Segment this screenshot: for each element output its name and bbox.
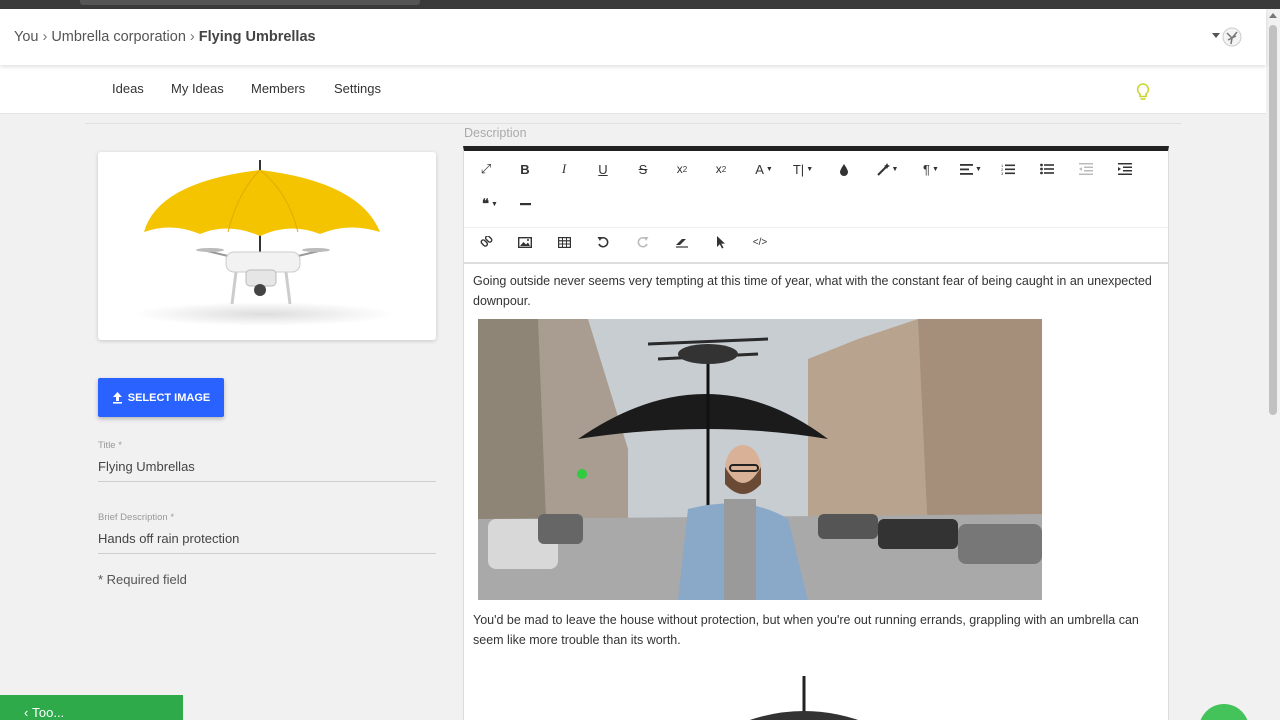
breadcrumb-you[interactable]: You [14,29,38,45]
toolbar-row-3: </> [464,231,1168,261]
underline-icon[interactable]: U [592,158,614,180]
description-paragraph-2[interactable]: You'd be mad to leave the house without … [473,611,1153,650]
undo-icon[interactable] [592,231,614,253]
user-avatar-icon[interactable] [1222,27,1242,47]
brief-description-input[interactable]: Hands off rain protection [98,531,436,553]
outdent-icon[interactable] [1075,158,1097,180]
tabs-bar: Ideas My Ideas Members Settings [0,65,1266,114]
horizontal-line-icon[interactable] [514,193,536,215]
brief-description-label: Brief Description * [98,512,175,523]
content-divider [85,123,1181,124]
browser-strip [0,0,1280,9]
black-umbrella-image [750,676,858,720]
link-icon[interactable] [475,231,497,253]
tab-members[interactable]: Members [251,81,305,96]
font-family-dropdown-icon[interactable]: A ▼ [749,158,779,180]
redo-icon [632,231,654,253]
man-drone-umbrella-photo[interactable] [478,319,1042,600]
ordered-list-icon[interactable]: 123 [997,158,1019,180]
toolbar-row-1: ⤢ B I U S x2 x2 A ▼ T| ▼ ▼ ¶ ▼ ▼ 123 [464,158,1168,188]
description-paragraph-1[interactable]: Going outside never seems very tempting … [473,272,1153,311]
tab-settings[interactable]: Settings [334,81,381,96]
breadcrumb-current: Flying Umbrellas [198,29,316,45]
unordered-list-icon[interactable] [1036,158,1058,180]
strikethrough-icon[interactable]: S [632,158,654,180]
svg-text:3: 3 [1001,171,1004,175]
scrollbar-thumb[interactable] [1269,25,1277,415]
top-bar: You › Umbrella corporation › Flying Umbrella… [0,9,1266,65]
subscript-icon[interactable]: x2 [671,158,693,180]
select-image-button[interactable]: SELECT IMAGE [98,378,224,417]
paragraph-style-dropdown-icon[interactable]: ▼ [872,158,902,180]
scroll-up-arrow-icon[interactable] [1269,13,1277,18]
font-size-dropdown-icon[interactable]: T| ▼ [788,158,818,180]
page-scrollbar[interactable] [1266,9,1280,720]
browser-tab[interactable] [80,0,420,5]
required-field-note: * Required field [98,572,187,587]
title-label: Title * [98,440,122,451]
insert-table-icon[interactable] [553,231,575,253]
description-label: Description [464,126,527,140]
select-image-label: SELECT IMAGE [127,391,211,404]
title-field[interactable]: Title * Flying Umbrellas [98,440,436,482]
paragraph-format-dropdown-icon[interactable]: ¶ ▼ [916,158,946,180]
tab-my-ideas[interactable]: My Ideas [171,81,224,96]
superscript-icon[interactable]: x2 [710,158,732,180]
italic-icon[interactable]: I [553,158,575,180]
lightbulb-icon[interactable] [1135,82,1151,102]
breadcrumb-separator: › [42,29,48,45]
toolbar-separator [464,227,1168,228]
select-pointer-icon[interactable] [710,231,732,253]
account-dropdown-caret-icon[interactable] [1212,33,1220,38]
toolbar-row-2: ❝ ▼ [464,193,1168,223]
eraser-icon[interactable] [671,231,693,253]
idea-image-card [98,152,436,340]
upload-icon [112,391,122,404]
breadcrumb-organization[interactable]: Umbrella corporation [51,29,186,45]
quote-dropdown-icon[interactable]: ❝ ▼ [475,193,505,215]
align-dropdown-icon[interactable]: ▼ [956,158,986,180]
bottom-green-button[interactable]: ‹ Тоо... [0,695,183,720]
tab-ideas[interactable]: Ideas [112,81,144,96]
fullscreen-icon[interactable]: ⤢ [475,158,497,180]
brief-description-field[interactable]: Brief Description * Hands off rain prote… [98,512,436,554]
indent-icon[interactable] [1114,158,1136,180]
text-color-icon[interactable] [833,158,855,180]
floating-action-button[interactable] [1199,704,1249,720]
description-editor: ⤢ B I U S x2 x2 A ▼ T| ▼ ▼ ¶ ▼ ▼ 123 ❝ ▼… [463,146,1169,720]
bold-icon[interactable]: B [514,158,536,180]
toolbar-bottom-border [464,262,1168,264]
breadcrumb: You › Umbrella corporation › Flying Umbrella… [14,29,316,45]
insert-image-icon[interactable] [514,231,536,253]
code-view-icon[interactable]: </> [749,231,771,253]
drone-umbrella-image [134,160,394,326]
breadcrumb-separator: › [189,29,195,45]
title-input[interactable]: Flying Umbrellas [98,459,436,481]
